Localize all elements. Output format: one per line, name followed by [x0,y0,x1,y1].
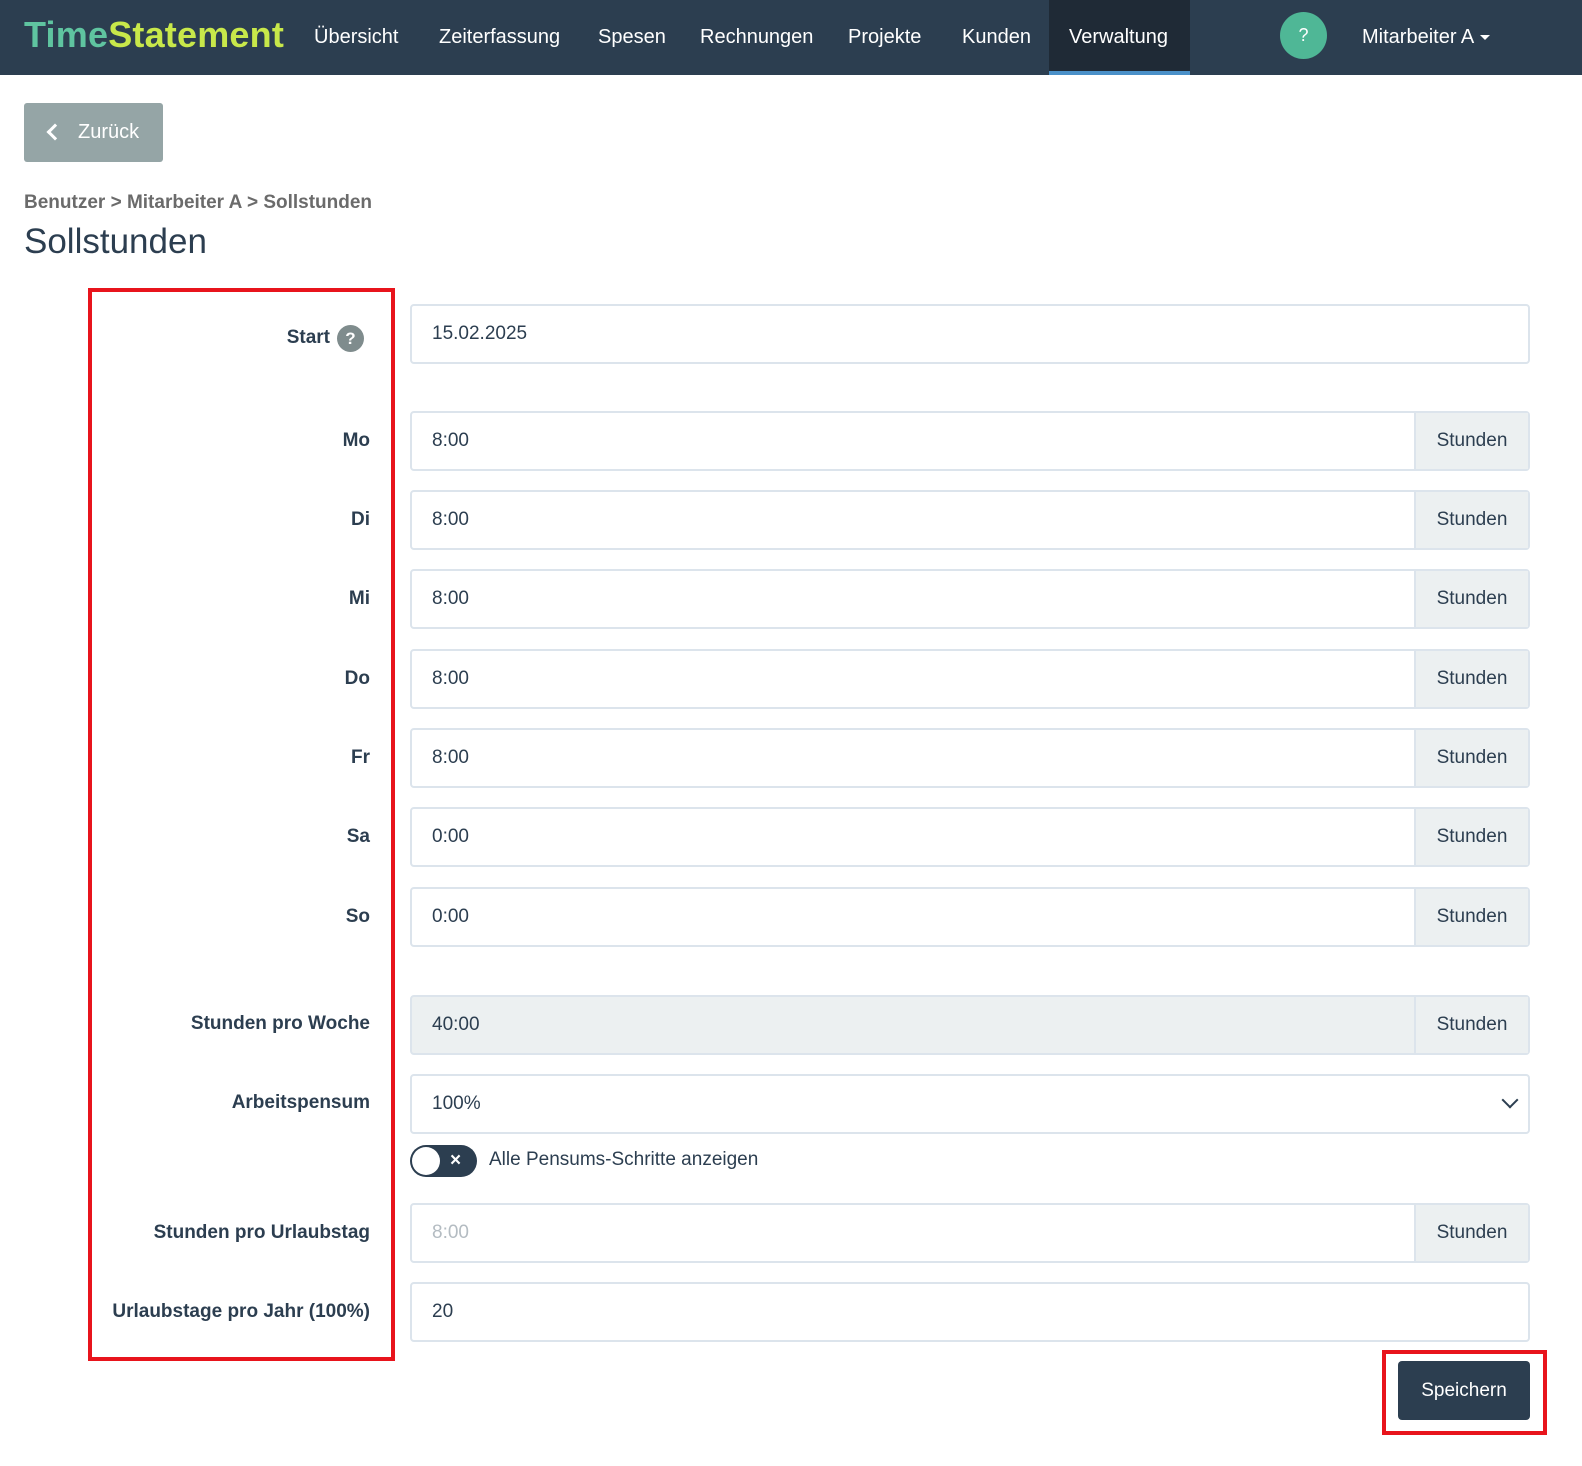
hours-value: 8:00 [432,747,469,768]
unit-addon: Stunden [1414,889,1528,945]
nav-item-rechnungen[interactable]: Rechnungen [700,0,813,75]
start-date-input[interactable]: 15.02.2025 [410,304,1530,364]
hours-per-vacation-day-placeholder: 8:00 [432,1222,469,1243]
unit-addon: Stunden [1414,730,1528,786]
unit-addon: Stunden [1414,571,1528,627]
unit-addon: Stunden [1414,997,1528,1053]
chevron-left-icon [46,123,64,141]
hours-input-sa[interactable]: 0:00 Stunden [410,807,1530,867]
back-button-label: Zurück [78,121,140,143]
unit-addon: Stunden [1414,1205,1528,1261]
nav-item-projekte[interactable]: Projekte [848,0,921,75]
hours-value: 0:00 [432,826,469,847]
hours-per-week-field: 40:00 Stunden [410,995,1530,1055]
unit-addon: Stunden [1414,413,1528,469]
hours-input-di[interactable]: 8:00 Stunden [410,490,1530,550]
caret-down-icon [1480,35,1491,41]
user-name: Mitarbeiter A [1362,26,1475,48]
vacation-days-input[interactable]: 20 [410,1282,1530,1342]
help-button[interactable]: ? [1280,12,1327,59]
unit-addon: Stunden [1414,492,1528,548]
unit-addon: Stunden [1414,651,1528,707]
brand-part-2: Statement [108,14,285,55]
hours-input-so[interactable]: 0:00 Stunden [410,887,1530,947]
show-all-steps-label: Alle Pensums-Schritte anzeigen [489,1149,759,1170]
unit-addon: Stunden [1414,809,1528,865]
highlight-labels-box [88,288,395,1361]
start-date-value: 15.02.2025 [432,323,528,344]
hours-per-week-value: 40:00 [432,1014,480,1035]
brand-logo[interactable]: TimeStatement [24,14,284,56]
user-menu[interactable]: Mitarbeiter A [1362,0,1491,75]
page-title: Sollstunden [24,222,207,261]
hours-input-mo[interactable]: 8:00 Stunden [410,411,1530,471]
top-navbar: TimeStatement Übersicht Zeiterfassung Sp… [0,0,1582,75]
hours-input-do[interactable]: 8:00 Stunden [410,649,1530,709]
nav-item-spesen[interactable]: Spesen [598,0,666,75]
workload-select[interactable]: 100% [410,1074,1530,1134]
chevron-down-icon [1501,1091,1519,1109]
highlight-save-box [1382,1350,1547,1435]
hours-per-vacation-day-input[interactable]: 8:00 Stunden [410,1203,1530,1263]
hours-value: 8:00 [432,668,469,689]
workload-value: 100% [432,1093,481,1114]
hours-value: 8:00 [432,509,469,530]
hours-value: 0:00 [432,906,469,927]
hours-input-fr[interactable]: 8:00 Stunden [410,728,1530,788]
brand-part-1: Time [24,14,109,55]
show-all-steps-toggle[interactable]: × [410,1145,477,1177]
nav-item-zeiterfassung[interactable]: Zeiterfassung [439,0,560,75]
nav-item-kunden[interactable]: Kunden [962,0,1031,75]
nav-item-verwaltung[interactable]: Verwaltung [1049,0,1190,75]
vacation-days-value: 20 [432,1301,454,1322]
toggle-knob [412,1147,440,1175]
nav-item-uebersicht[interactable]: Übersicht [314,0,398,75]
close-icon: × [450,1150,462,1171]
hours-value: 8:00 [432,430,469,451]
hours-input-mi[interactable]: 8:00 Stunden [410,569,1530,629]
back-button[interactable]: Zurück [24,103,163,162]
breadcrumb: Benutzer > Mitarbeiter A > Sollstunden [24,192,373,213]
hours-value: 8:00 [432,588,469,609]
